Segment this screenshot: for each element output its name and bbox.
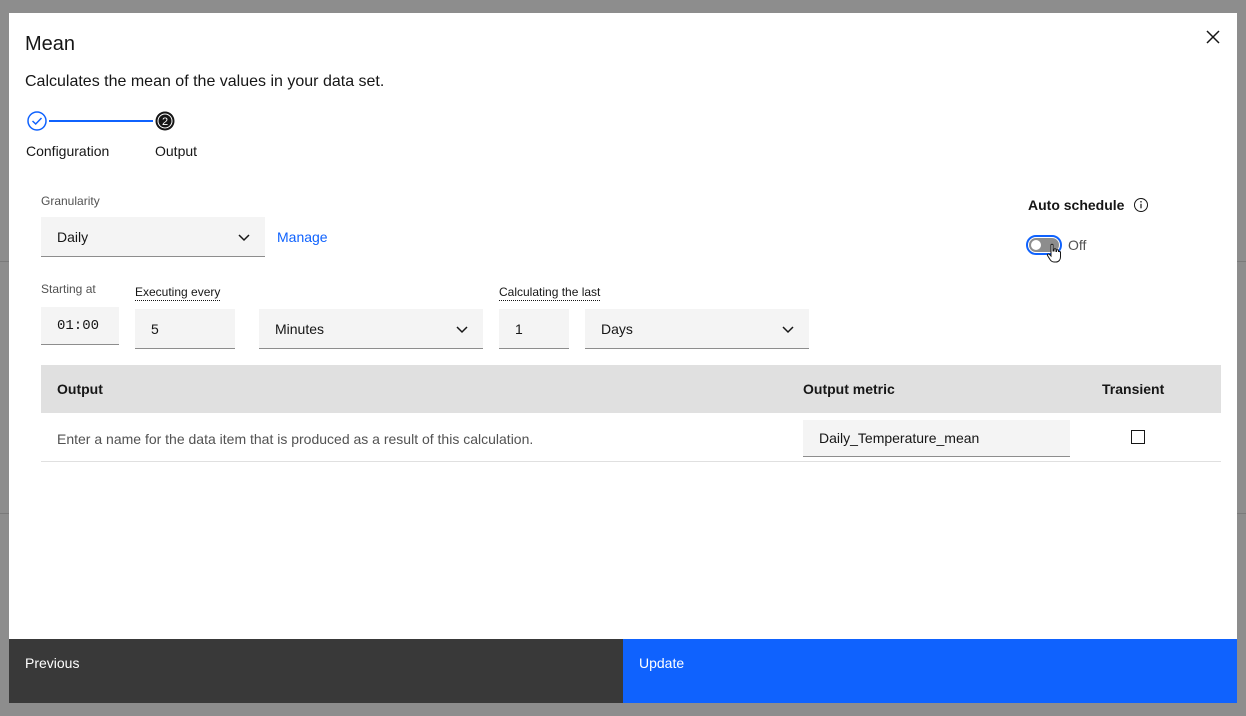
modal-description: Calculates the mean of the values in you… (25, 73, 385, 90)
close-icon (1206, 30, 1220, 44)
chevron-down-icon (238, 233, 250, 241)
starting-at-input[interactable]: 01:00 (41, 307, 119, 345)
toggle-knob (1031, 240, 1041, 250)
granularity-select[interactable]: Daily (41, 217, 265, 257)
hand-cursor-icon (1046, 243, 1062, 263)
mean-modal: Mean Calculates the mean of the values i… (9, 13, 1237, 703)
transient-checkbox[interactable] (1131, 430, 1145, 444)
executing-unit-select[interactable]: Minutes (259, 309, 483, 349)
step-current-icon: 2 (155, 111, 175, 131)
header-output-metric: Output metric (803, 381, 895, 397)
previous-button[interactable]: Previous (9, 639, 623, 703)
granularity-value: Daily (57, 228, 89, 245)
executing-unit-value: Minutes (275, 320, 325, 337)
chevron-down-icon (782, 325, 794, 333)
modal-title: Mean (25, 33, 76, 55)
calculating-last-label[interactable]: Calculating the last (499, 285, 601, 301)
table-row: Enter a name for the data item that is p… (41, 413, 1221, 462)
step-output: Output (155, 143, 198, 159)
calculating-unit-select[interactable]: Days (585, 309, 809, 349)
step-connector (49, 120, 153, 122)
calculating-unit-value: Days (601, 320, 633, 337)
step-complete-icon (27, 111, 47, 131)
manage-link[interactable]: Manage (277, 229, 328, 245)
header-transient: Transient (1102, 381, 1165, 397)
calculating-last-input[interactable]: 1 (499, 309, 569, 349)
auto-schedule-state: Off (1068, 237, 1087, 253)
info-icon[interactable] (1133, 197, 1149, 213)
output-metric-input[interactable]: Daily_Temperature_mean (803, 420, 1070, 457)
output-description: Enter a name for the data item that is p… (57, 431, 534, 447)
starting-at-label: Starting at (41, 282, 96, 296)
granularity-label: Granularity (41, 194, 100, 208)
executing-every-input[interactable]: 5 (135, 309, 235, 349)
header-output: Output (57, 381, 103, 397)
step-configuration[interactable]: Configuration (26, 143, 109, 159)
output-table-header: Output Output metric Transient (41, 365, 1221, 413)
update-button[interactable]: Update (623, 639, 1237, 703)
step-number: 2 (162, 116, 168, 128)
chevron-down-icon (456, 325, 468, 333)
auto-schedule-label: Auto schedule (1028, 197, 1125, 213)
close-button[interactable] (1203, 27, 1223, 47)
executing-every-label[interactable]: Executing every (135, 285, 221, 301)
